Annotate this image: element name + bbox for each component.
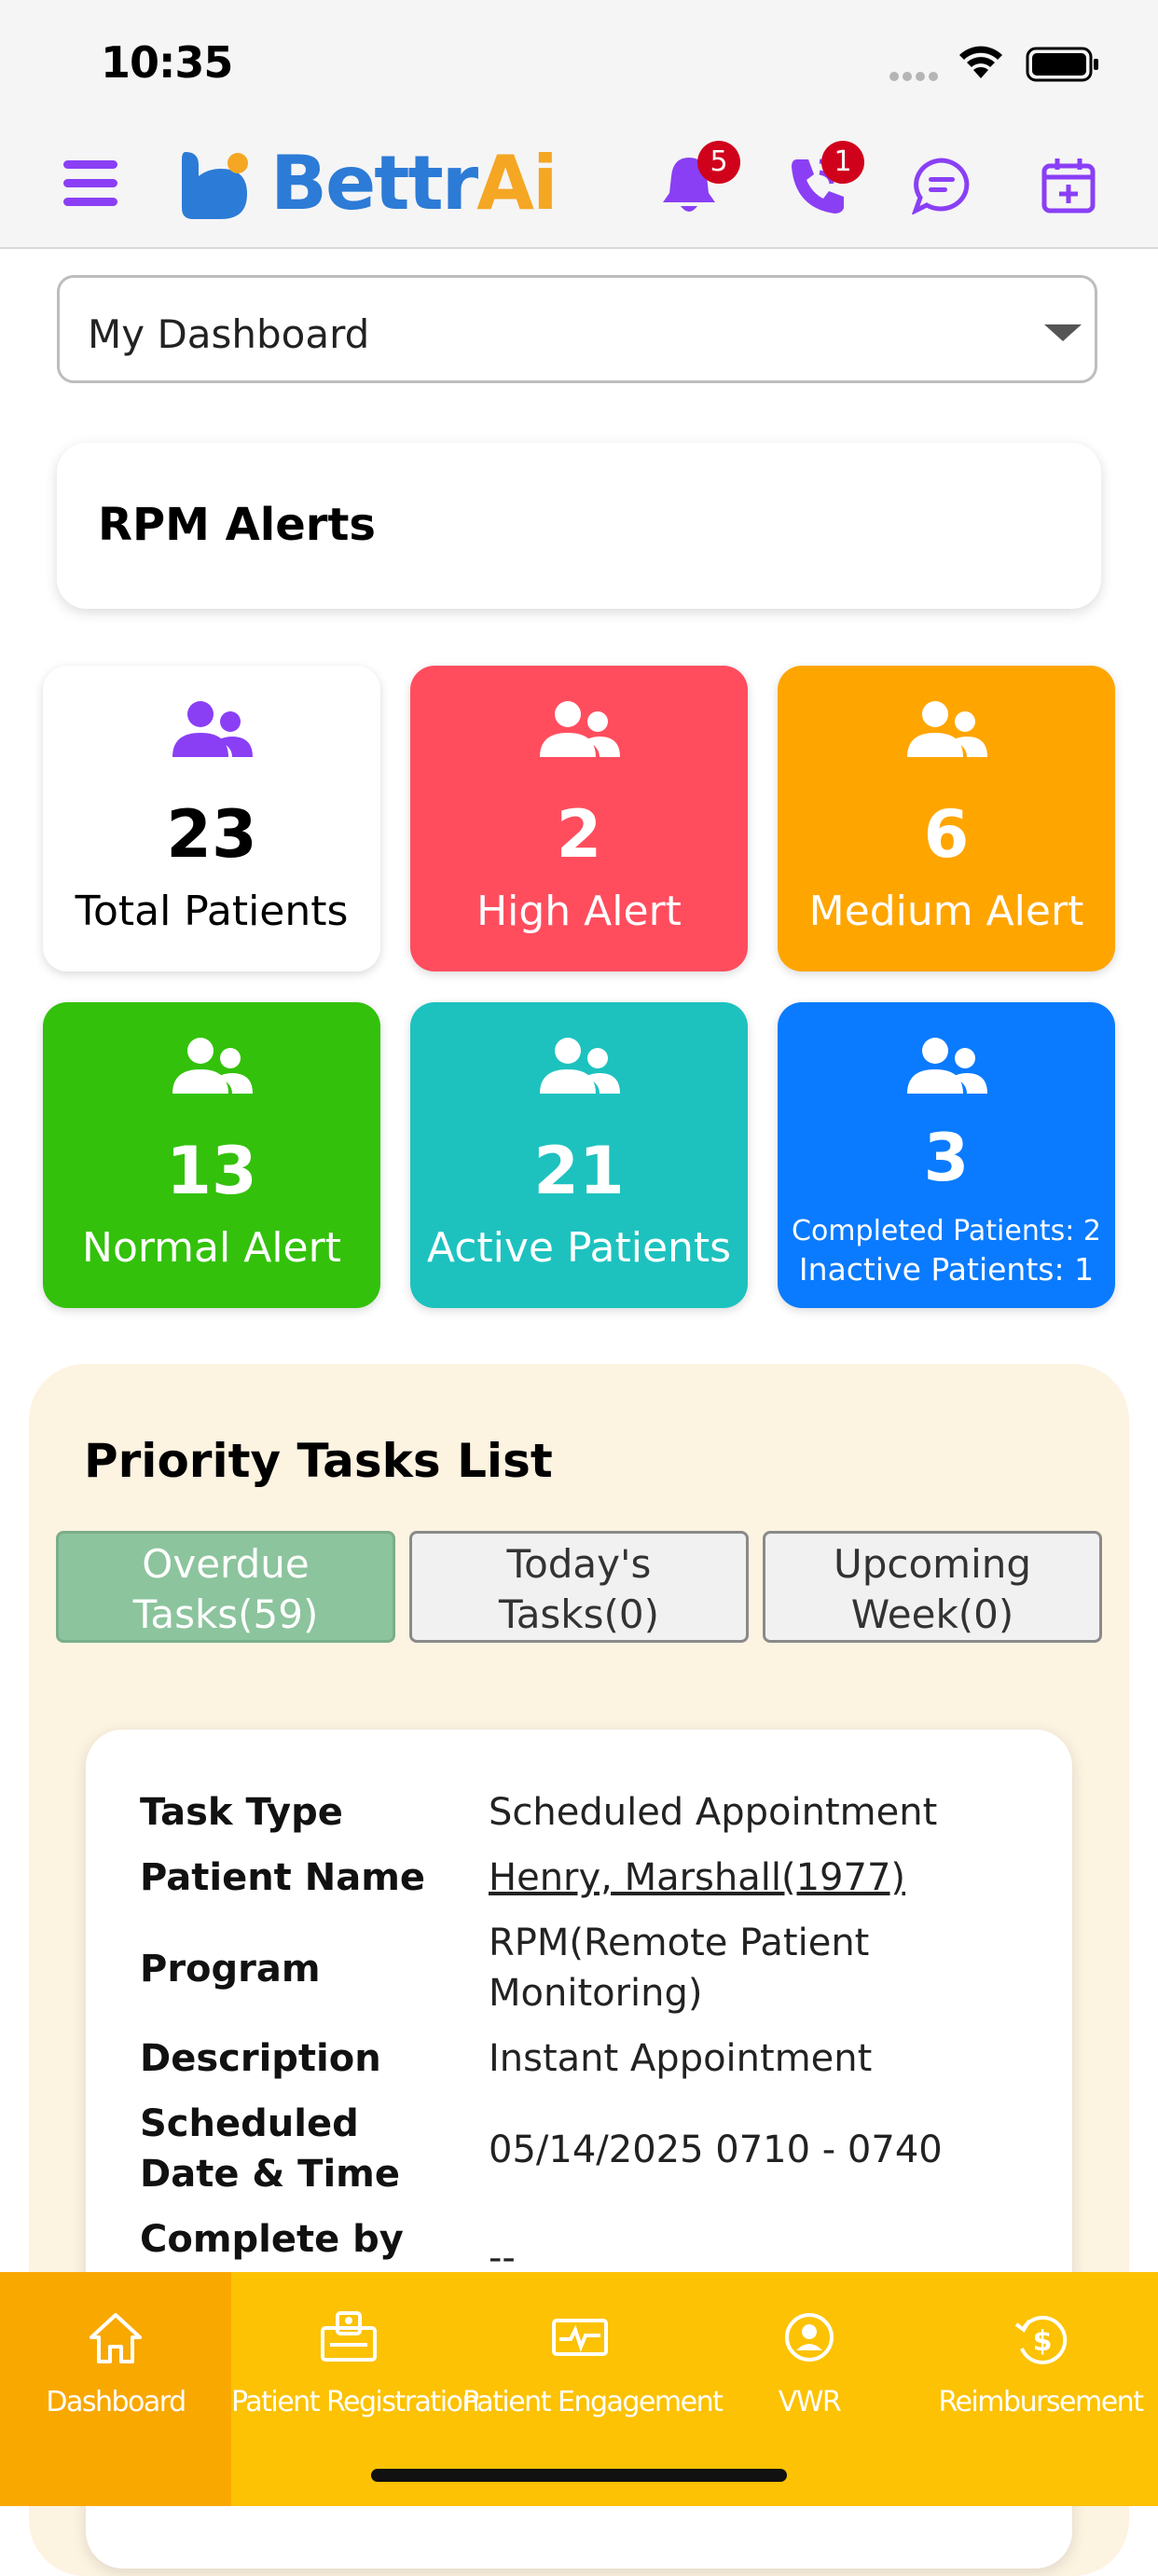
brand-prefix: Bettr xyxy=(270,140,478,227)
scheduled-date-label: Scheduled Date & Time xyxy=(140,2102,400,2196)
nav-reimbursement[interactable]: $ Reimbursement xyxy=(925,2272,1156,2459)
users-icon xyxy=(903,1036,989,1101)
medium-alert-label: Medium Alert xyxy=(808,888,1084,935)
reimbursement-dollar-icon: $ xyxy=(1013,2311,1072,2371)
active-patients-tile[interactable]: 21 Active Patients xyxy=(410,1002,748,1308)
high-alert-label: High Alert xyxy=(476,888,682,935)
dashboard-select[interactable]: My Dashboard xyxy=(57,275,1097,383)
calls-count-badge: 1 xyxy=(821,141,864,184)
nav-vwr[interactable]: VWR xyxy=(694,2272,925,2459)
chat-icon[interactable] xyxy=(911,157,972,218)
completed-patients-label: Completed Patients: 2 xyxy=(792,1215,1101,1247)
description-value: Instant Appointment xyxy=(489,2037,873,2080)
wifi-icon xyxy=(957,43,1005,84)
bettrai-logo-icon xyxy=(180,152,253,223)
patient-registration-icon xyxy=(319,2311,379,2367)
nav-patient-engagement[interactable]: Patient Engagement xyxy=(462,2272,724,2459)
high-alert-tile[interactable]: 2 High Alert xyxy=(410,666,748,971)
high-alert-count: 2 xyxy=(556,796,602,873)
calls-button[interactable]: 1 xyxy=(788,141,864,219)
brand-suffix: Ai xyxy=(476,140,558,227)
battery-icon xyxy=(1026,47,1100,86)
nav-patient-registration[interactable]: Patient Registration xyxy=(231,2272,479,2459)
active-patients-count: 21 xyxy=(533,1133,625,1209)
brand-name: BettrAi xyxy=(270,140,558,227)
medium-alert-tile[interactable]: 6 Medium Alert xyxy=(778,666,1115,971)
nav-patient-engagement-label: Patient Engagement xyxy=(462,2386,724,2418)
cellular-signal-icon xyxy=(889,67,942,85)
dashboard-select-value: My Dashboard xyxy=(88,311,370,357)
tab-label-line2: Tasks(59) xyxy=(132,1591,319,1637)
users-icon xyxy=(169,699,255,765)
task-type-value: Scheduled Appointment xyxy=(489,1791,938,1834)
tab-overdue-tasks[interactable]: Overdue Tasks(59) xyxy=(56,1531,395,1643)
calendar-add-icon[interactable] xyxy=(1041,157,1096,218)
patient-name-label: Patient Name xyxy=(140,1856,425,1899)
normal-alert-label: Normal Alert xyxy=(82,1224,341,1272)
users-icon xyxy=(903,699,989,765)
priority-tasks-title: Priority Tasks List xyxy=(84,1434,553,1488)
tab-label-line1: Today's xyxy=(506,1541,652,1587)
completed-inactive-tile[interactable]: 3 Completed Patients: 2 Inactive Patient… xyxy=(778,1002,1115,1308)
nav-dashboard[interactable]: Dashboard xyxy=(0,2272,231,2459)
hamburger-menu-icon[interactable] xyxy=(63,158,117,213)
heartbeat-monitor-icon xyxy=(550,2311,610,2367)
notification-count-badge: 5 xyxy=(697,141,740,184)
tab-todays-tasks[interactable]: Today's Tasks(0) xyxy=(409,1531,749,1643)
nav-dashboard-label: Dashboard xyxy=(46,2386,186,2418)
completed-inactive-count: 3 xyxy=(923,1120,970,1196)
program-label: Program xyxy=(140,1948,321,1991)
app-header xyxy=(0,126,1158,249)
total-patients-tile[interactable]: 23 Total Patients xyxy=(43,666,380,971)
total-patients-count: 23 xyxy=(166,796,257,873)
scheduled-date-value: 05/14/2025 0710 - 0740 xyxy=(489,2128,943,2171)
patient-name-link[interactable]: Henry, Marshall(1977) xyxy=(489,1853,1048,1903)
tab-upcoming-week[interactable]: Upcoming Week(0) xyxy=(763,1531,1102,1643)
svg-text:$: $ xyxy=(1033,2325,1053,2358)
rpm-alerts-title: RPM Alerts xyxy=(98,499,376,551)
notification-bell-button[interactable]: 5 xyxy=(660,141,740,219)
program-value: RPM(Remote Patient Monitoring) xyxy=(489,1922,870,2015)
vwr-user-icon xyxy=(781,2311,837,2367)
rpm-alerts-header-card: RPM Alerts xyxy=(57,443,1101,609)
tab-label-line1: Upcoming xyxy=(833,1541,1032,1587)
normal-alert-tile[interactable]: 13 Normal Alert xyxy=(43,1002,380,1308)
normal-alert-count: 13 xyxy=(166,1133,257,1209)
home-indicator xyxy=(371,2469,787,2482)
total-patients-label: Total Patients xyxy=(75,888,349,935)
chevron-down-icon xyxy=(1044,324,1082,341)
users-icon xyxy=(536,1036,622,1101)
tab-label-line1: Overdue xyxy=(142,1541,310,1587)
nav-reimbursement-label: Reimbursement xyxy=(938,2386,1144,2418)
users-icon xyxy=(169,1036,255,1101)
tab-label-line2: Tasks(0) xyxy=(498,1591,660,1637)
nav-patient-registration-label: Patient Registration xyxy=(231,2386,479,2418)
status-time: 10:35 xyxy=(101,37,233,88)
task-type-label: Task Type xyxy=(140,1791,343,1834)
description-label: Description xyxy=(140,2037,381,2080)
users-icon xyxy=(536,699,622,765)
medium-alert-count: 6 xyxy=(923,796,970,873)
active-patients-label: Active Patients xyxy=(426,1224,732,1272)
home-icon xyxy=(88,2311,144,2367)
inactive-patients-label: Inactive Patients: 1 xyxy=(798,1251,1095,1288)
tab-label-line2: Week(0) xyxy=(850,1591,1014,1637)
nav-vwr-label: VWR xyxy=(778,2386,842,2418)
